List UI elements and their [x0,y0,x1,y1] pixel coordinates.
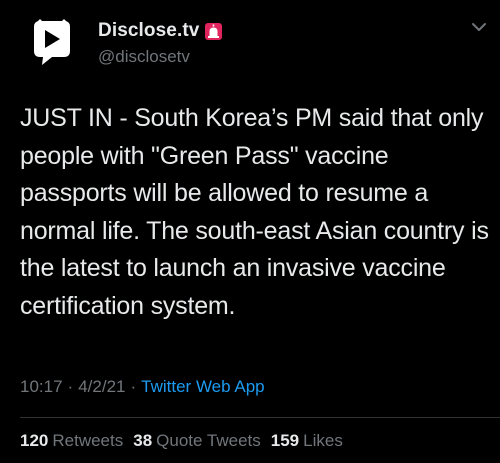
chevron-down-icon[interactable] [470,20,488,34]
tweet-source-link[interactable]: Twitter Web App [141,377,264,397]
display-name-row[interactable]: Disclose.tv [98,20,223,42]
likes-stat[interactable]: 159 Likes [271,431,343,451]
quote-tweets-stat[interactable]: 38 Quote Tweets [133,431,261,451]
siren-icon [205,22,223,40]
likes-count: 159 [270,431,300,450]
avatar[interactable] [22,11,82,71]
tweet: Disclose.tv @disclosetv JUST IN - South … [0,0,500,463]
display-name: Disclose.tv [98,20,200,41]
quote-tweets-label: Quote Tweets [156,431,261,450]
divider [20,417,500,418]
disclose-tv-logo-icon [23,12,81,70]
retweets-label: Retweets [52,431,124,450]
tweet-time[interactable]: 10:17 [20,377,63,397]
retweets-count: 120 [20,431,49,450]
tweet-text: JUST IN - South Korea’s PM said that onl… [20,104,489,320]
meta-separator: · [130,377,137,396]
tweet-header: Disclose.tv @disclosetv [20,8,490,72]
tweet-stats: 120 Retweets 38 Quote Tweets 159 Likes [20,431,353,451]
tweet-date[interactable]: 4/2/21 [78,377,125,397]
likes-label: Likes [303,431,343,450]
tweet-meta: 10:17 · 4/2/21 · Twitter Web App [20,377,265,397]
meta-separator: · [67,377,74,396]
retweets-stat[interactable]: 120 Retweets [20,431,123,451]
quote-tweets-count: 38 [133,431,153,450]
author-handle[interactable]: @disclosetv [98,47,190,67]
